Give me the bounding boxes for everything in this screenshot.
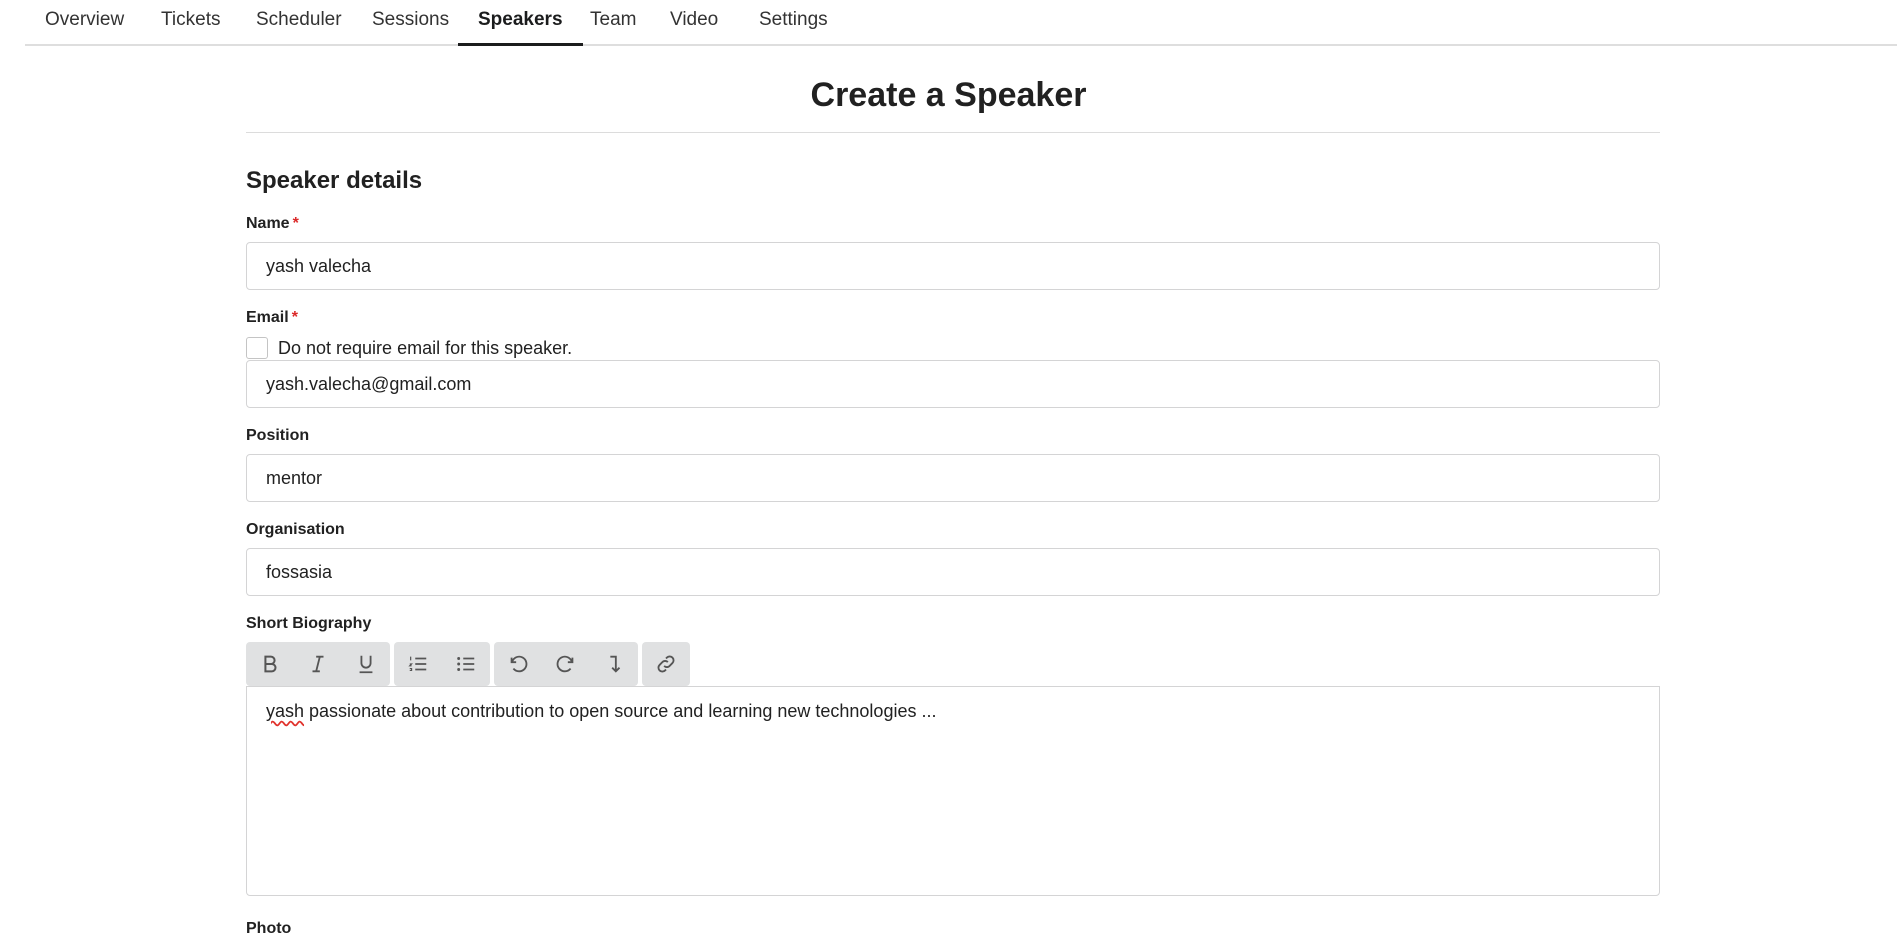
required-mark: * [292, 215, 299, 232]
italic-icon[interactable] [294, 642, 342, 686]
link-icon[interactable] [642, 642, 690, 686]
underline-icon[interactable] [342, 642, 390, 686]
name-input[interactable] [246, 242, 1660, 290]
tab-speakers[interactable]: Speakers [458, 0, 583, 46]
link-group [642, 642, 690, 686]
ordered-list-icon[interactable] [394, 642, 442, 686]
position-label: Position [246, 427, 310, 444]
unordered-list-icon[interactable] [442, 642, 490, 686]
no-email-checkbox[interactable] [246, 337, 268, 359]
name-label: Name * [246, 215, 299, 233]
title-divider [246, 132, 1660, 133]
misspelled-word: yash [266, 701, 305, 721]
email-label-text: Email [246, 309, 289, 326]
remove-format-icon[interactable] [590, 642, 638, 686]
position-input[interactable] [246, 454, 1660, 502]
tab-settings[interactable]: Settings [739, 0, 848, 46]
history-group [494, 642, 638, 686]
bold-icon[interactable] [246, 642, 294, 686]
tab-overview[interactable]: Overview [25, 0, 144, 46]
no-email-option: Do not require email for this speaker. [246, 336, 572, 360]
short-biography-label: Short Biography [246, 615, 372, 632]
email-input[interactable] [246, 360, 1660, 408]
no-email-checkbox-label[interactable]: Do not require email for this speaker. [278, 338, 572, 359]
format-group [246, 642, 390, 686]
tab-sessions[interactable]: Sessions [352, 0, 469, 46]
required-mark: * [291, 309, 298, 326]
email-label: Email * [246, 309, 298, 327]
tab-video[interactable]: Video [650, 0, 738, 46]
short-biography-editor[interactable]: yash passionate about contribution to op… [246, 686, 1660, 896]
photo-label: Photo [246, 920, 292, 934]
organisation-input[interactable] [246, 548, 1660, 596]
tab-scheduler[interactable]: Scheduler [236, 0, 362, 46]
redo-icon[interactable] [542, 642, 590, 686]
bio-text: passionate about contribution to open so… [304, 701, 937, 721]
page-title: Create a Speaker [810, 76, 1087, 114]
top-nav: Overview Tickets Scheduler Sessions Spea… [25, 0, 1897, 46]
tab-team[interactable]: Team [570, 0, 656, 46]
undo-icon[interactable] [494, 642, 542, 686]
editor-toolbar [246, 642, 694, 686]
section-title: Speaker details [246, 167, 423, 194]
name-label-text: Name [246, 215, 290, 232]
list-group [394, 642, 490, 686]
tab-tickets[interactable]: Tickets [141, 0, 240, 46]
organisation-label: Organisation [246, 521, 345, 538]
